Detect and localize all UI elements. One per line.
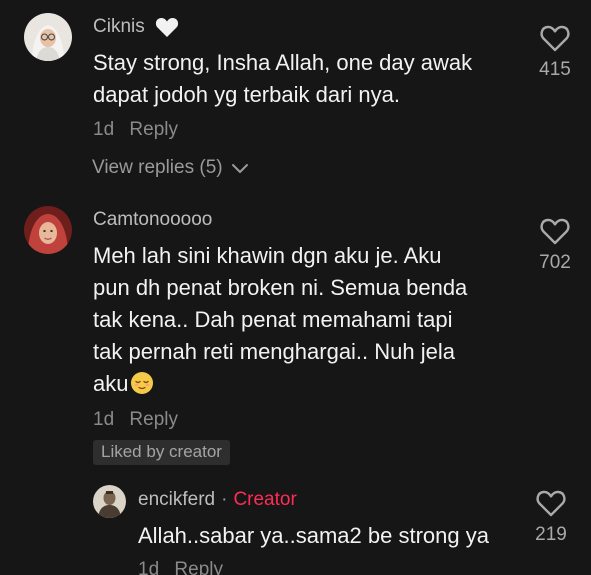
- comment-text: Meh lah sini khawin dgn aku je. Aku pun …: [93, 243, 468, 396]
- relieved-face-emoji: [131, 372, 154, 394]
- comment-username[interactable]: Camtonooooo: [93, 209, 212, 231]
- comments-panel: Ciknis Stay strong, Insha Allah, one day…: [0, 0, 591, 575]
- reply-text: Allah..sabar ya..sama2 be strong ya: [138, 523, 489, 548]
- comment-meta: 1d Reply: [93, 119, 178, 141]
- like-button[interactable]: 219: [521, 489, 581, 546]
- view-replies-button[interactable]: View replies (5): [92, 157, 250, 179]
- like-count: 702: [539, 252, 571, 273]
- reply-username-row: encikferd · Creator: [138, 489, 297, 511]
- heart-outline-icon[interactable]: [540, 217, 570, 245]
- separator-dot: ·: [221, 489, 228, 510]
- avatar[interactable]: [24, 13, 72, 61]
- reply-button[interactable]: Reply: [129, 409, 178, 430]
- like-button[interactable]: 415: [525, 24, 585, 81]
- like-count: 415: [539, 59, 571, 80]
- reply-time: 1d: [138, 559, 160, 575]
- comment-time: 1d: [93, 119, 115, 140]
- heart-outline-icon[interactable]: [540, 24, 570, 52]
- reply-meta: 1d Reply: [138, 559, 223, 575]
- comment-text: Stay strong, Insha Allah, one day awak d…: [93, 50, 473, 107]
- white-heart-icon: [155, 17, 178, 37]
- liked-by-creator-badge: Liked by creator: [93, 440, 230, 465]
- chevron-down-icon: [231, 164, 248, 173]
- comment-time: 1d: [93, 409, 115, 430]
- avatar[interactable]: [93, 485, 126, 518]
- creator-label: Creator: [233, 489, 297, 510]
- like-button[interactable]: 702: [525, 217, 585, 274]
- reply-button[interactable]: Reply: [174, 559, 223, 575]
- comment-username[interactable]: Ciknis: [93, 16, 179, 38]
- reply-username[interactable]: encikferd: [138, 489, 215, 511]
- comment-meta: 1d Reply: [93, 409, 178, 431]
- heart-outline-icon[interactable]: [536, 489, 566, 517]
- like-count: 219: [535, 524, 567, 545]
- avatar[interactable]: [24, 206, 72, 254]
- reply-button[interactable]: Reply: [129, 119, 178, 140]
